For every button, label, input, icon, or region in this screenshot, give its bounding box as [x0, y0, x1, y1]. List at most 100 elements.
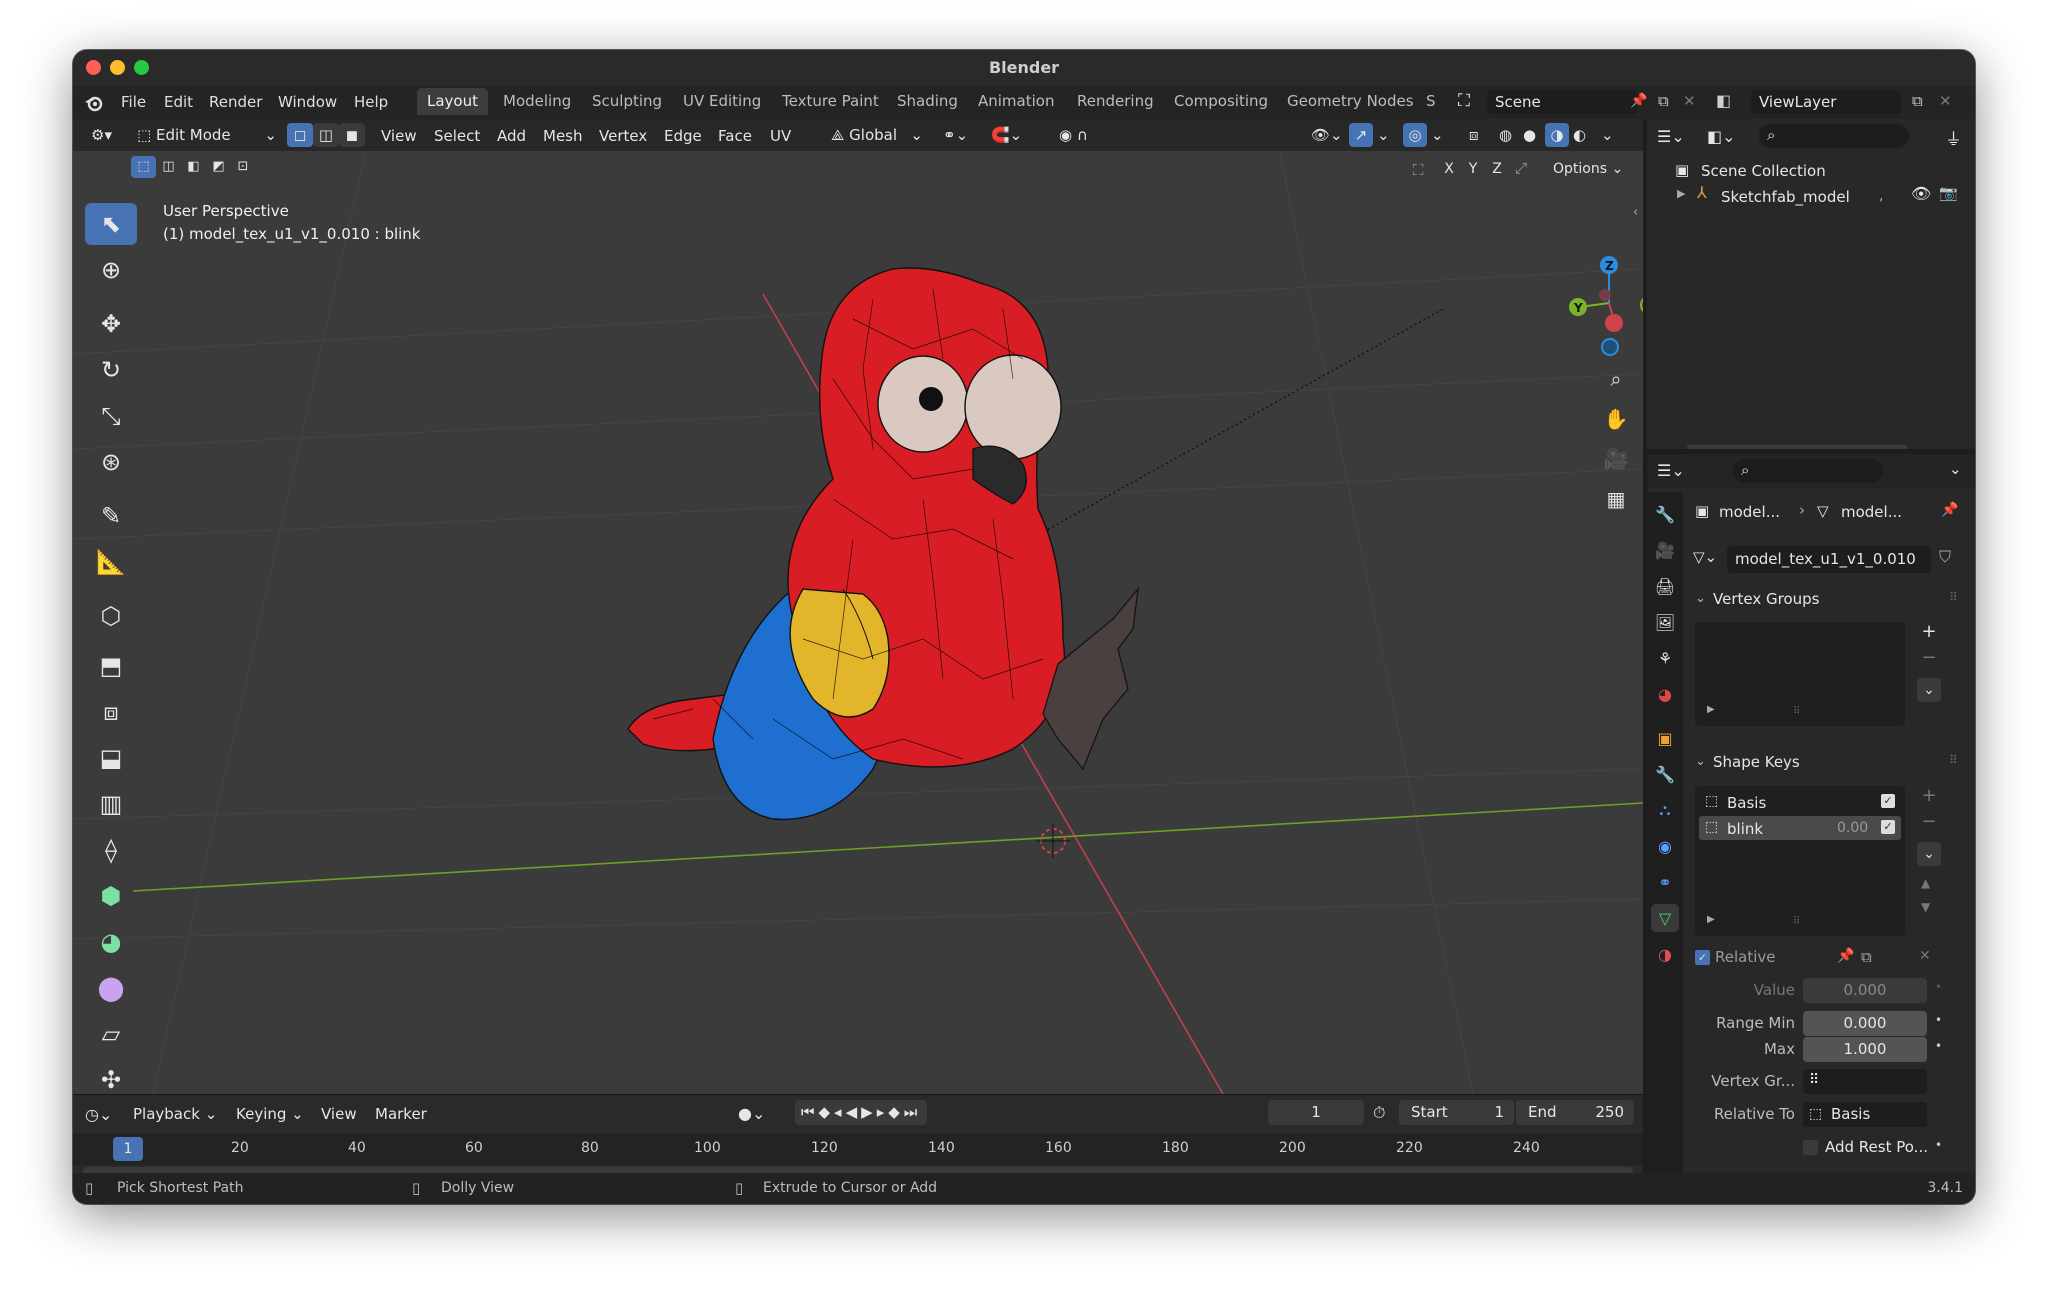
topology-mirror-icon[interactable]: ⤢ [1515, 159, 1527, 177]
list-resize-handle[interactable]: ⠿ [1793, 706, 1800, 717]
play-icon[interactable]: ▶ [861, 1103, 877, 1121]
menu-render[interactable]: Render [209, 93, 262, 111]
outliner-scrollbar[interactable] [1687, 445, 1907, 449]
material-preview-icon[interactable]: ◑ [1545, 123, 1569, 147]
playback-menu[interactable]: Playback ⌄ [133, 1105, 217, 1123]
menu-select[interactable]: Select [434, 127, 480, 145]
remove-shape-key-button[interactable]: − [1917, 810, 1941, 834]
vertex-select-button[interactable]: ◻ [287, 123, 313, 147]
keyframe-dot-icon[interactable]: • [1935, 1039, 1942, 1053]
proportional-edit-icon[interactable]: ◉ ∩ [1051, 123, 1096, 147]
shape-keys-title[interactable]: Shape Keys [1713, 753, 1800, 771]
vertex-group-specials-button[interactable]: ⌄ [1917, 678, 1941, 702]
add-vertex-group-button[interactable]: + [1917, 620, 1941, 644]
prev-keyframe-icon[interactable]: ◆◂ [819, 1103, 846, 1121]
3d-cursor[interactable] [1036, 824, 1070, 858]
view-layer-tab-icon[interactable]: 🖼 [1651, 608, 1679, 636]
mesh-name-field[interactable]: model_tex_u1_v1_0.010 [1727, 546, 1931, 573]
new-scene-icon[interactable]: ⧉ [1658, 92, 1669, 110]
fake-user-shield-icon[interactable]: ⛉ [1939, 547, 1951, 567]
material-tab-icon[interactable]: ◑ [1651, 940, 1679, 968]
gizmo-neg-x-icon[interactable] [1599, 289, 1611, 301]
range-min-field[interactable]: 0.000 [1803, 1011, 1927, 1036]
edit-mode-shape-icon[interactable]: ⧉ [1861, 948, 1872, 966]
drag-handle-icon[interactable]: ⠿ [1949, 590, 1958, 604]
shape-key-specials-button[interactable]: ⌄ [1917, 842, 1941, 866]
rip-tool-icon[interactable]: ✣ [85, 1059, 137, 1094]
parrot-mesh[interactable] [627, 267, 1139, 821]
view-layer-icon[interactable]: ◧ [1716, 91, 1731, 110]
visibility-icon[interactable]: 👁⌄ [1303, 123, 1351, 147]
outliner-search-input[interactable]: ⌕ [1759, 124, 1909, 148]
vertex-groups-collapse-icon[interactable]: ⌄ [1695, 591, 1706, 606]
shape-key-mute-checkbox[interactable]: ✓ [1881, 820, 1895, 834]
scene-selector-icon[interactable]: ⛶ [1458, 91, 1470, 111]
tab-scripting-truncated[interactable]: S [1426, 88, 1436, 115]
move-tool-icon[interactable]: ✥ [85, 303, 137, 345]
start-frame-field[interactable]: Start 1 [1399, 1100, 1514, 1125]
tab-shading[interactable]: Shading [887, 88, 968, 115]
mirror-x-toggle[interactable]: X [1439, 158, 1459, 180]
menu-window[interactable]: Window [278, 93, 337, 111]
keyframe-dot-icon[interactable]: • [1935, 1138, 1942, 1152]
value-field[interactable]: 0.000 [1803, 978, 1927, 1003]
tab-rendering[interactable]: Rendering [1067, 88, 1164, 115]
tab-layout[interactable]: Layout [417, 88, 488, 115]
mode-selector[interactable]: ⬚ Edit Mode ⌄ [129, 123, 283, 147]
scale-tool-icon[interactable]: ⤡ [85, 395, 137, 437]
spin-tool-icon[interactable]: ◕ [85, 921, 137, 963]
relative-checkbox[interactable]: ✓ [1695, 950, 1710, 965]
tab-uv-editing[interactable]: UV Editing [673, 88, 771, 115]
pin-icon[interactable]: 📌 [1630, 93, 1647, 109]
select-new-icon[interactable]: ⬚ [131, 156, 156, 178]
modifiers-tab-icon[interactable]: 🔧 [1651, 760, 1679, 788]
snap-icon[interactable]: 🧲⌄ [983, 123, 1030, 147]
list-expand-icon[interactable]: ▶ [1707, 914, 1715, 925]
menu-add[interactable]: Add [497, 127, 526, 145]
delete-view-layer-icon[interactable]: ✕ [1939, 92, 1952, 110]
keying-menu[interactable]: Keying ⌄ [236, 1105, 304, 1123]
physics-tab-icon[interactable]: ◉ [1651, 832, 1679, 860]
rendered-shading-icon[interactable]: ◐ [1571, 123, 1588, 147]
measure-tool-icon[interactable]: 📐 [85, 541, 137, 583]
select-box-tool-icon[interactable]: ⬉ [85, 203, 137, 245]
select-intersect-icon[interactable]: ⊡ [231, 156, 255, 178]
properties-options-icon[interactable]: ⌄ [1949, 460, 1962, 478]
mirror-y-toggle[interactable]: Y [1463, 158, 1483, 180]
properties-search-input[interactable]: ⌕ [1733, 459, 1883, 483]
render-camera-icon[interactable]: 📷 [1939, 184, 1958, 202]
blender-logo-icon[interactable] [84, 93, 104, 113]
outliner-editor-type-icon[interactable]: ☰⌄ [1657, 127, 1685, 146]
current-frame-field[interactable]: 1 [1268, 1100, 1364, 1125]
marker-menu[interactable]: Marker [375, 1105, 427, 1123]
menu-mesh[interactable]: Mesh [543, 127, 583, 145]
remove-vertex-group-button[interactable]: − [1917, 646, 1941, 670]
keyframe-dot-icon[interactable]: • [1935, 980, 1942, 994]
menu-edge[interactable]: Edge [664, 127, 702, 145]
shape-key-row-blink[interactable]: ⬚ blink 0.00 ✓ [1699, 816, 1901, 840]
gizmo-toggle-icon[interactable]: ↗ [1349, 123, 1373, 147]
gizmo-x-icon[interactable] [1605, 314, 1623, 332]
smooth-tool-icon[interactable]: ⬤ [85, 967, 137, 1009]
menu-file[interactable]: File [121, 93, 146, 111]
transform-orientation-dropdown[interactable]: ⟁ Global ⌄ [823, 123, 927, 147]
tool-tab-icon[interactable]: 🔧 [1651, 500, 1679, 528]
menu-edit[interactable]: Edit [164, 93, 193, 111]
new-view-layer-icon[interactable]: ⧉ [1912, 92, 1923, 110]
list-resize-handle[interactable]: ⠿ [1793, 916, 1800, 927]
shear-tool-icon[interactable]: ▱ [85, 1013, 137, 1055]
object-tab-icon[interactable]: ▣ [1651, 724, 1679, 752]
shape-key-mute-checkbox[interactable]: ✓ [1881, 794, 1895, 808]
edge-select-button[interactable]: ◫ [313, 123, 339, 147]
overlay-menu-icon[interactable]: ⌄ [1427, 123, 1448, 147]
gizmo-menu-icon[interactable]: ⌄ [1373, 123, 1394, 147]
menu-view[interactable]: View [381, 127, 417, 145]
vertex-group-field[interactable]: ⠿ [1803, 1069, 1927, 1094]
tab-modeling[interactable]: Modeling [493, 88, 581, 115]
face-select-button[interactable]: ◼ [339, 123, 365, 147]
drag-handle-icon[interactable]: ⠿ [1949, 753, 1958, 767]
vertex-groups-title[interactable]: Vertex Groups [1713, 590, 1819, 608]
menu-help[interactable]: Help [354, 93, 388, 111]
menu-uv[interactable]: UV [770, 127, 791, 145]
tab-animation[interactable]: Animation [968, 88, 1064, 115]
